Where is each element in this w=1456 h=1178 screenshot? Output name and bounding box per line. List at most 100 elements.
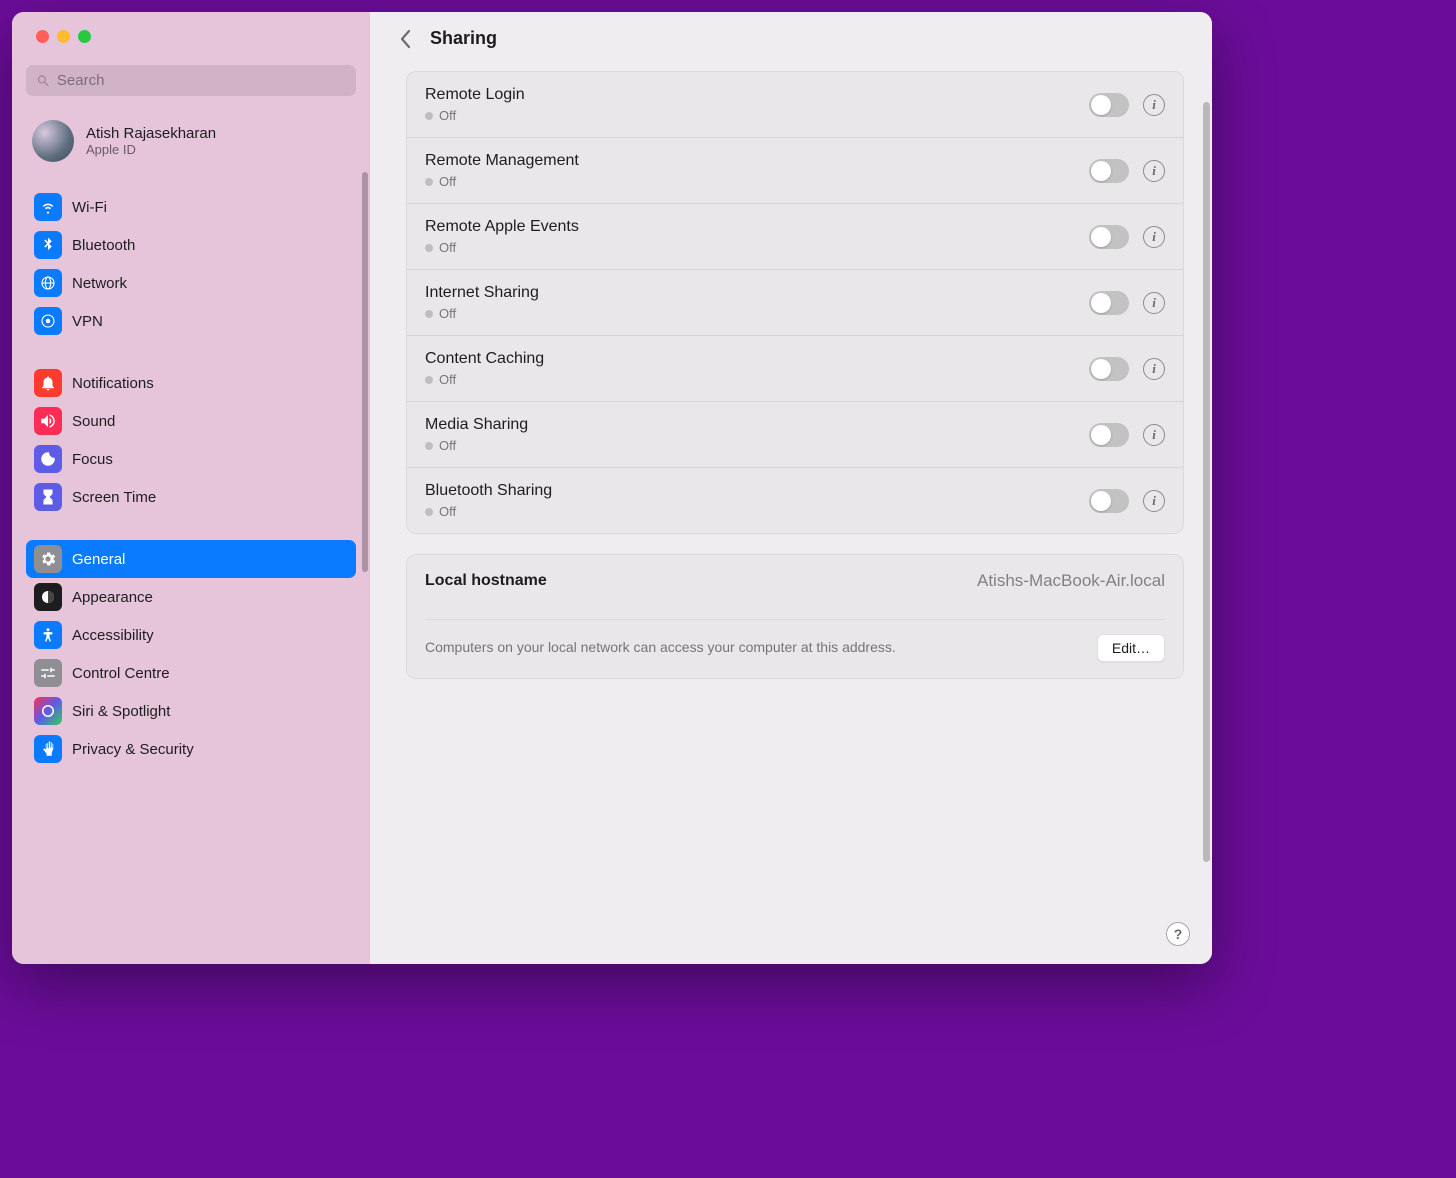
page-title: Sharing xyxy=(430,28,497,49)
sidebar-item-label: Accessibility xyxy=(72,627,154,644)
service-status: Off xyxy=(439,240,456,255)
services-panel: Remote Login Off i Remote Management Off… xyxy=(406,71,1184,534)
hand-icon xyxy=(34,735,62,763)
service-status: Off xyxy=(439,174,456,189)
help-button[interactable]: ? xyxy=(1166,922,1190,946)
close-window-button[interactable] xyxy=(36,30,49,43)
sidebar-item-sound[interactable]: Sound xyxy=(26,402,356,440)
service-row-internet-sharing: Internet Sharing Off i xyxy=(407,270,1183,336)
search-box[interactable] xyxy=(26,65,356,96)
service-status: Off xyxy=(439,108,456,123)
status-dot-icon xyxy=(425,442,433,450)
service-title: Remote Apple Events xyxy=(425,218,1089,236)
service-title: Remote Login xyxy=(425,86,1089,104)
toggle-bluetooth-sharing[interactable] xyxy=(1089,489,1129,513)
info-icon[interactable]: i xyxy=(1143,424,1165,446)
status-dot-icon xyxy=(425,178,433,186)
service-status: Off xyxy=(439,504,456,519)
status-dot-icon xyxy=(425,310,433,318)
sidebar-item-general[interactable]: General xyxy=(26,540,356,578)
info-icon[interactable]: i xyxy=(1143,160,1165,182)
sidebar-item-label: Siri & Spotlight xyxy=(72,703,170,720)
sidebar-item-siri-spotlight[interactable]: Siri & Spotlight xyxy=(26,692,356,730)
hostname-panel: Local hostname Atishs-MacBook-Air.local … xyxy=(406,554,1184,679)
settings-window: Atish Rajasekharan Apple ID Wi-Fi Blueto… xyxy=(12,12,1212,964)
sidebar-item-appearance[interactable]: Appearance xyxy=(26,578,356,616)
avatar xyxy=(32,120,74,162)
sidebar-item-label: Focus xyxy=(72,451,113,468)
sidebar-item-label: Control Centre xyxy=(72,665,170,682)
sidebar-item-bluetooth[interactable]: Bluetooth xyxy=(26,226,356,264)
sidebar-item-label: Sound xyxy=(72,413,115,430)
sidebar-item-notifications[interactable]: Notifications xyxy=(26,364,356,402)
status-dot-icon xyxy=(425,244,433,252)
status-dot-icon xyxy=(425,112,433,120)
toggle-remote-apple-events[interactable] xyxy=(1089,225,1129,249)
service-row-content-caching: Content Caching Off i xyxy=(407,336,1183,402)
info-icon[interactable]: i xyxy=(1143,226,1165,248)
sidebar-item-vpn[interactable]: VPN xyxy=(26,302,356,340)
service-row-bluetooth-sharing: Bluetooth Sharing Off i xyxy=(407,468,1183,533)
sidebar-item-network[interactable]: Network xyxy=(26,264,356,302)
minimize-window-button[interactable] xyxy=(57,30,70,43)
service-row-remote-apple-events: Remote Apple Events Off i xyxy=(407,204,1183,270)
sidebar-item-accessibility[interactable]: Accessibility xyxy=(26,616,356,654)
info-icon[interactable]: i xyxy=(1143,358,1165,380)
main-header: Sharing xyxy=(370,12,1212,65)
moon-icon xyxy=(34,445,62,473)
sliders-icon xyxy=(34,659,62,687)
service-status: Off xyxy=(439,372,456,387)
sidebar-item-label: Privacy & Security xyxy=(72,741,194,758)
main-content: Sharing Remote Login Off i Remote Manage… xyxy=(370,12,1212,964)
nav-group-alerts: Notifications Sound Focus Screen Time xyxy=(26,364,356,516)
maximize-window-button[interactable] xyxy=(78,30,91,43)
main-scrollbar[interactable] xyxy=(1203,102,1210,862)
toggle-remote-login[interactable] xyxy=(1089,93,1129,117)
sidebar-item-label: Wi-Fi xyxy=(72,199,107,216)
toggle-media-sharing[interactable] xyxy=(1089,423,1129,447)
apple-id-row[interactable]: Atish Rajasekharan Apple ID xyxy=(26,116,356,166)
appearance-icon xyxy=(34,583,62,611)
sidebar-item-control-centre[interactable]: Control Centre xyxy=(26,654,356,692)
speaker-icon xyxy=(34,407,62,435)
sidebar: Atish Rajasekharan Apple ID Wi-Fi Blueto… xyxy=(12,12,370,964)
toggle-content-caching[interactable] xyxy=(1089,357,1129,381)
bell-icon xyxy=(34,369,62,397)
service-title: Internet Sharing xyxy=(425,284,1089,302)
service-title: Media Sharing xyxy=(425,416,1089,434)
service-row-media-sharing: Media Sharing Off i xyxy=(407,402,1183,468)
service-row-remote-login: Remote Login Off i xyxy=(407,72,1183,138)
sidebar-item-focus[interactable]: Focus xyxy=(26,440,356,478)
info-icon[interactable]: i xyxy=(1143,292,1165,314)
service-status: Off xyxy=(439,306,456,321)
window-controls xyxy=(36,30,370,43)
service-title: Bluetooth Sharing xyxy=(425,482,1089,500)
hostname-label: Local hostname xyxy=(425,572,547,590)
service-title: Content Caching xyxy=(425,350,1089,368)
toggle-remote-management[interactable] xyxy=(1089,159,1129,183)
search-icon xyxy=(36,73,51,89)
sidebar-item-wifi[interactable]: Wi-Fi xyxy=(26,188,356,226)
back-button[interactable] xyxy=(398,29,412,49)
sidebar-item-label: VPN xyxy=(72,313,103,330)
sidebar-item-label: Appearance xyxy=(72,589,153,606)
search-input[interactable] xyxy=(57,72,346,89)
service-title: Remote Management xyxy=(425,152,1089,170)
sidebar-scrollbar[interactable] xyxy=(362,172,368,572)
sidebar-item-label: General xyxy=(72,551,125,568)
info-icon[interactable]: i xyxy=(1143,490,1165,512)
info-icon[interactable]: i xyxy=(1143,94,1165,116)
user-subtitle: Apple ID xyxy=(86,142,216,157)
sidebar-item-screen-time[interactable]: Screen Time xyxy=(26,478,356,516)
content-scroll: Remote Login Off i Remote Management Off… xyxy=(370,65,1212,964)
sidebar-item-privacy-security[interactable]: Privacy & Security xyxy=(26,730,356,768)
hourglass-icon xyxy=(34,483,62,511)
sidebar-item-label: Screen Time xyxy=(72,489,156,506)
service-row-remote-management: Remote Management Off i xyxy=(407,138,1183,204)
wifi-icon xyxy=(34,193,62,221)
nav-group-network: Wi-Fi Bluetooth Network VPN xyxy=(26,188,356,340)
vpn-icon xyxy=(34,307,62,335)
edit-hostname-button[interactable]: Edit… xyxy=(1097,634,1165,662)
status-dot-icon xyxy=(425,508,433,516)
toggle-internet-sharing[interactable] xyxy=(1089,291,1129,315)
